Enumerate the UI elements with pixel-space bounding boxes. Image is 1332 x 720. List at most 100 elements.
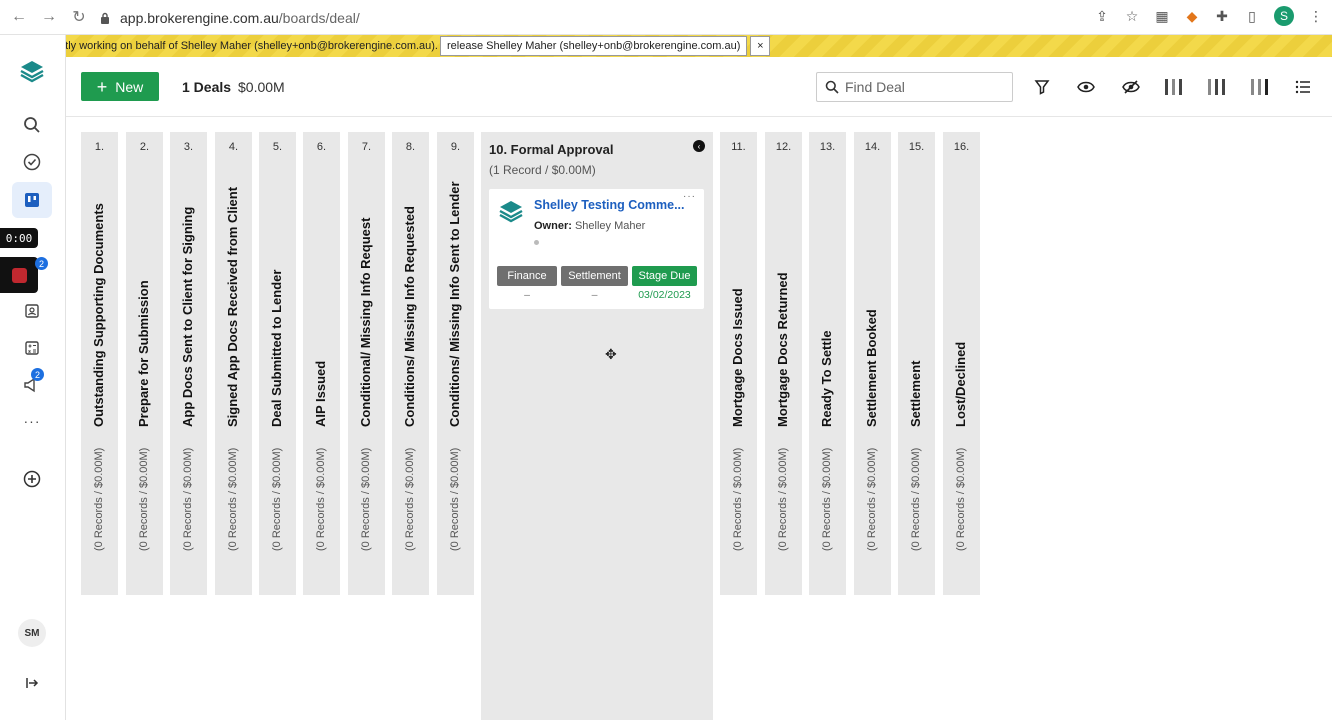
stage-title: Lost/Declined (952, 341, 968, 427)
stage-summary: (0 Records / $0.00M) (731, 447, 744, 551)
deal-board-icon[interactable] (12, 182, 52, 218)
side-panel-icon[interactable]: ▯ (1244, 8, 1260, 24)
stage-column[interactable]: 3. App Docs Sent to Client for Signing (0 … (170, 132, 207, 595)
stage-column[interactable]: 1. Outstanding Supporting Documents (0 Rec… (81, 132, 118, 595)
metamask-icon[interactable]: ◆ (1184, 8, 1200, 24)
stage-number: 4. (228, 141, 239, 153)
puzzle-icon[interactable]: ✚ (1214, 8, 1230, 24)
deal-total: $0.00M (238, 79, 285, 95)
filter-icon[interactable] (1030, 75, 1054, 99)
stage-title: Outstanding Supporting Documents (90, 203, 106, 427)
hide-eye-icon[interactable] (1119, 75, 1143, 99)
stage-summary: (0 Records / $0.00M) (270, 447, 283, 551)
profile-avatar[interactable]: S (1274, 6, 1294, 26)
calculator-icon[interactable] (12, 330, 52, 366)
extension-icon[interactable]: ▦ (1154, 8, 1170, 24)
megaphone-icon[interactable]: 2 (12, 367, 52, 403)
brokerengine-logo-icon[interactable] (12, 53, 52, 89)
stage-title: Ready To Settle (818, 330, 834, 427)
deal-owner: Owner: Shelley Maher (534, 220, 646, 232)
stage-number: 5. (272, 141, 283, 153)
board-toolbar: + New 1 Deals $0.00M (66, 57, 1332, 117)
add-circle-icon[interactable] (12, 461, 52, 497)
kebab-menu-icon[interactable]: ⋮ (1308, 8, 1324, 24)
stage-column[interactable]: 6. AIP Issued (0 Records / $0.00M) (303, 132, 340, 595)
stage-title: AIP Issued (312, 360, 328, 427)
stage-column[interactable]: 2. Prepare for Submission (0 Records / $0.… (126, 132, 163, 595)
recording-timer: 0:00 (0, 228, 38, 248)
lock-icon (101, 12, 109, 24)
list-view-icon[interactable] (1291, 75, 1315, 99)
stage-column[interactable]: 9. Conditions/ Missing Info Sent to Lende… (437, 132, 474, 595)
stage-column[interactable]: 5. Deal Submitted to Lender (0 Records / $… (259, 132, 296, 595)
show-eye-icon[interactable] (1074, 75, 1098, 99)
plus-icon: + (96, 76, 108, 97)
column-view-wide-icon[interactable] (1248, 75, 1272, 99)
stage-summary: (0 Records / $0.00M) (226, 447, 239, 551)
deal-logo-icon (499, 201, 523, 223)
user-avatar[interactable]: SM (18, 619, 46, 647)
stage-column[interactable]: 14. Settlement Booked (0 Records / $0.00M) (854, 132, 891, 595)
finance-tag: Finance (497, 266, 557, 286)
column-view-narrow-icon[interactable] (1162, 75, 1186, 99)
banner-close-button[interactable]: × (750, 36, 771, 56)
stage-summary: (0 Records / $0.00M) (314, 447, 327, 551)
stage-column[interactable]: 8. Conditions/ Missing Info Requested (0 R… (392, 132, 429, 595)
collapse-sidebar-icon[interactable] (12, 665, 52, 701)
share-icon[interactable]: ⇪ (1094, 8, 1110, 24)
find-deal-search[interactable] (816, 72, 1013, 102)
stage-column[interactable]: 4. Signed App Docs Received from Client (0… (215, 132, 252, 595)
stage-due-tag: Stage Due (632, 266, 697, 286)
stage-column[interactable]: 15. Settlement (0 Records / $0.00M) (898, 132, 935, 595)
tasks-check-icon[interactable] (12, 144, 52, 180)
stage-column[interactable]: 11. Mortgage Docs Issued (0 Records / $0.0… (720, 132, 757, 595)
deal-card[interactable]: Shelley Testing Comme... ··· Owner: Shel… (489, 189, 704, 309)
deal-title-link[interactable]: Shelley Testing Comme... (534, 198, 686, 212)
stage-summary: (0 Records / $0.00M) (181, 447, 194, 551)
notification-badge: 2 (35, 257, 48, 270)
stage-column[interactable]: 7. Conditional/ Missing Info Request (0 Re… (348, 132, 385, 595)
more-icon[interactable]: ··· (12, 403, 52, 439)
move-cursor-icon: ✥ (605, 346, 617, 362)
stage-title: Deal Submitted to Lender (268, 269, 284, 427)
address-bar[interactable]: app.brokerengine.com.au/boards/deal/ (100, 6, 1150, 30)
stage-summary: (0 Records / $0.00M) (954, 447, 967, 551)
bookmark-star-icon[interactable]: ☆ (1124, 8, 1140, 24)
stage-summary: (0 Records / $0.00M) (92, 447, 105, 551)
url-text: app.brokerengine.com.au/boards/deal/ (120, 10, 360, 26)
new-deal-button[interactable]: + New (81, 72, 159, 101)
search-input[interactable] (845, 79, 1005, 95)
finance-value: – (524, 289, 530, 301)
settlement-value: – (591, 289, 598, 301)
stage-summary: (0 Records / $0.00M) (359, 447, 372, 551)
collapse-column-icon[interactable]: ‹ (693, 140, 705, 152)
stage-number: 9. (450, 141, 461, 153)
stage-number: 2. (139, 141, 150, 153)
stage-due-value: 03/02/2023 (638, 289, 691, 301)
search-icon[interactable] (12, 107, 52, 143)
stage-column[interactable]: 13. Ready To Settle (0 Records / $0.00M) (809, 132, 846, 595)
card-more-icon[interactable]: ··· (683, 191, 696, 202)
stage-column[interactable]: 16. Lost/Declined (0 Records / $0.00M) (943, 132, 980, 595)
release-impersonation-button[interactable]: release Shelley Maher (shelley+onb@broke… (440, 36, 748, 56)
stage-column-formal-approval[interactable]: 10. Formal Approval (1 Record / $0.00M) … (481, 132, 713, 720)
stage-summary: (0 Records / $0.00M) (909, 447, 922, 551)
stage-number: 11. (731, 141, 746, 153)
settlement-tag: Settlement (561, 266, 628, 286)
stage-title: Conditions/ Missing Info Sent to Lender (446, 181, 462, 427)
recording-badge-holder: 2 (26, 257, 50, 273)
contacts-icon[interactable] (12, 293, 52, 329)
forward-icon[interactable]: → (38, 6, 60, 28)
stage-number: 12. (775, 141, 792, 153)
stage-summary: (0 Records / $0.00M) (403, 447, 416, 551)
stage-column[interactable]: 12. Mortgage Docs Returned (0 Records / $0… (765, 132, 802, 595)
column-view-medium-icon[interactable] (1205, 75, 1229, 99)
new-button-label: New (115, 78, 144, 95)
stage-title: Conditions/ Missing Info Requested (401, 206, 417, 427)
back-icon[interactable]: ← (8, 6, 30, 28)
stage-number: 14. (864, 141, 881, 153)
reload-icon[interactable]: ↻ (68, 6, 90, 28)
stage-number: 8. (405, 141, 416, 153)
stage-summary: (0 Records / $0.00M) (865, 447, 878, 551)
stage-number: 1. (94, 141, 105, 153)
